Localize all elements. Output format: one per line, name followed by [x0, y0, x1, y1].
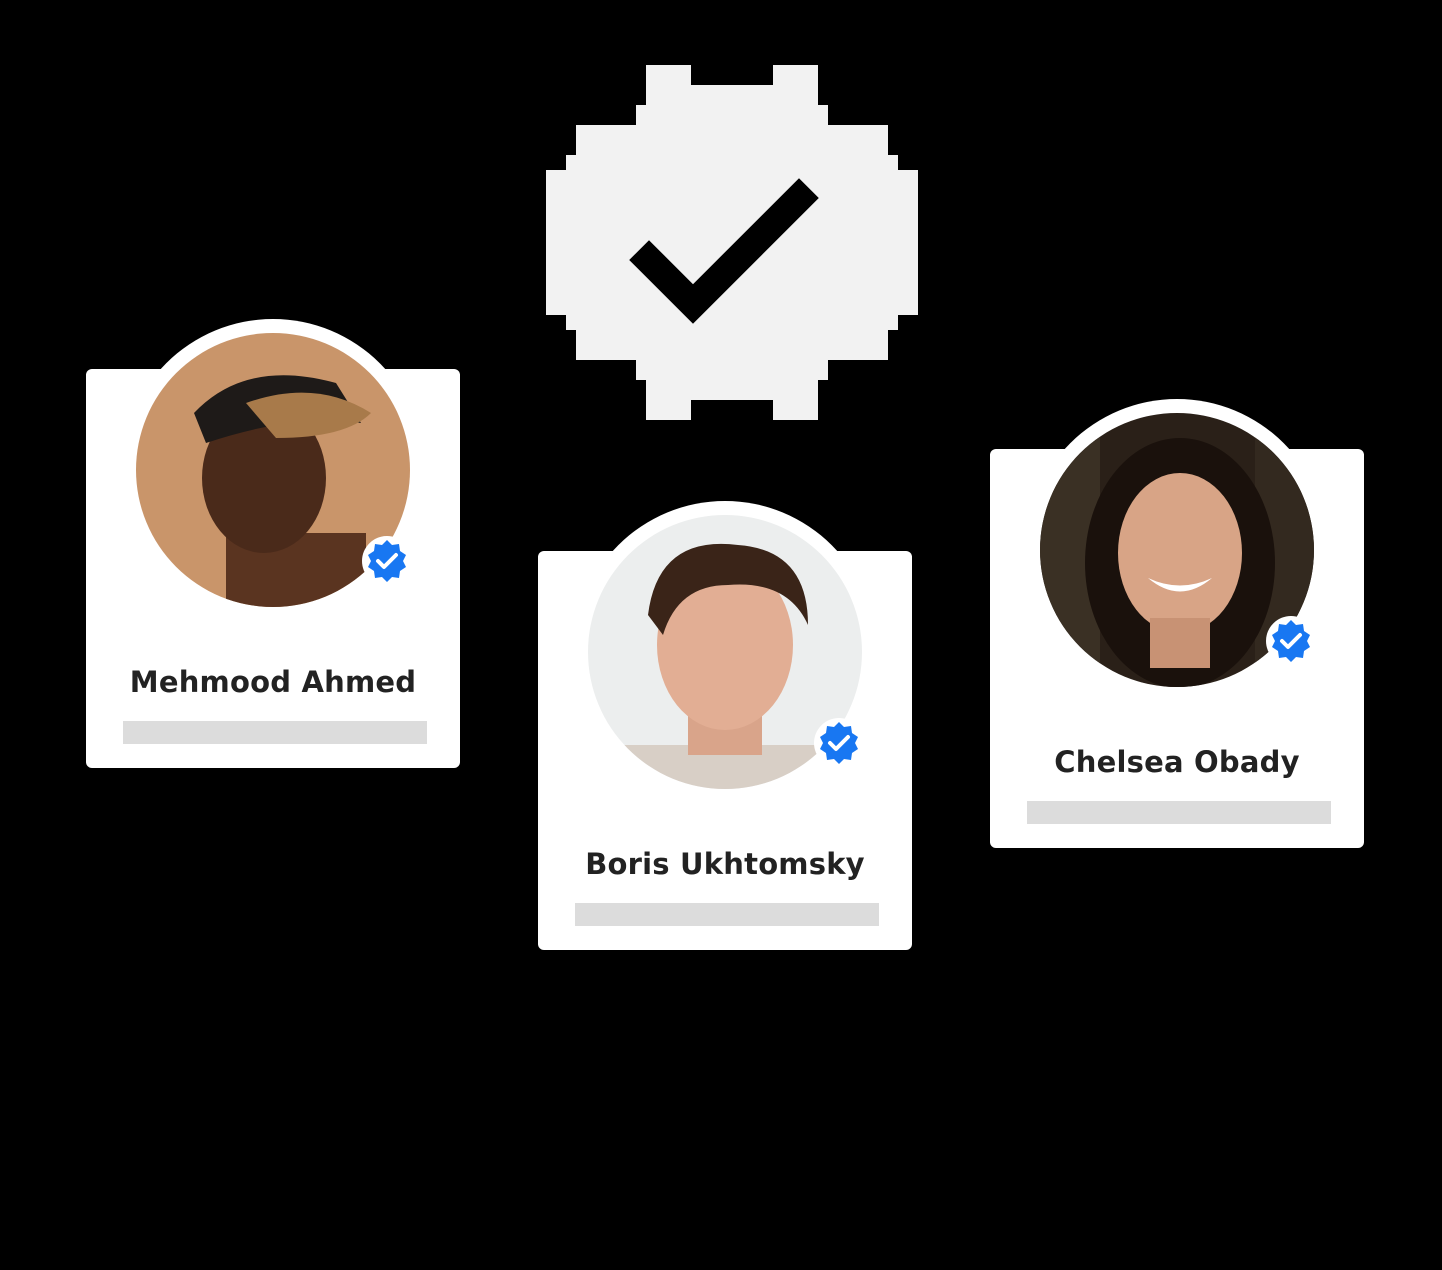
- profile-card[interactable]: Mehmood Ahmed: [86, 319, 460, 768]
- verified-check-badge-icon: [541, 60, 923, 425]
- verified-badge-icon: [362, 536, 412, 586]
- placeholder-bar: [1027, 801, 1331, 824]
- profile-card[interactable]: Boris Ukhtomsky: [538, 501, 912, 950]
- profile-name: Boris Ukhtomsky: [585, 847, 865, 881]
- placeholder-bar: [123, 721, 427, 744]
- profile-name: Mehmood Ahmed: [129, 665, 417, 699]
- placeholder-bar: [575, 903, 879, 926]
- verified-badge-icon: [814, 718, 864, 768]
- profile-name: Chelsea Obady: [1054, 745, 1300, 779]
- verified-badge-icon: [1266, 616, 1316, 666]
- profile-card[interactable]: Chelsea Obady: [990, 399, 1364, 848]
